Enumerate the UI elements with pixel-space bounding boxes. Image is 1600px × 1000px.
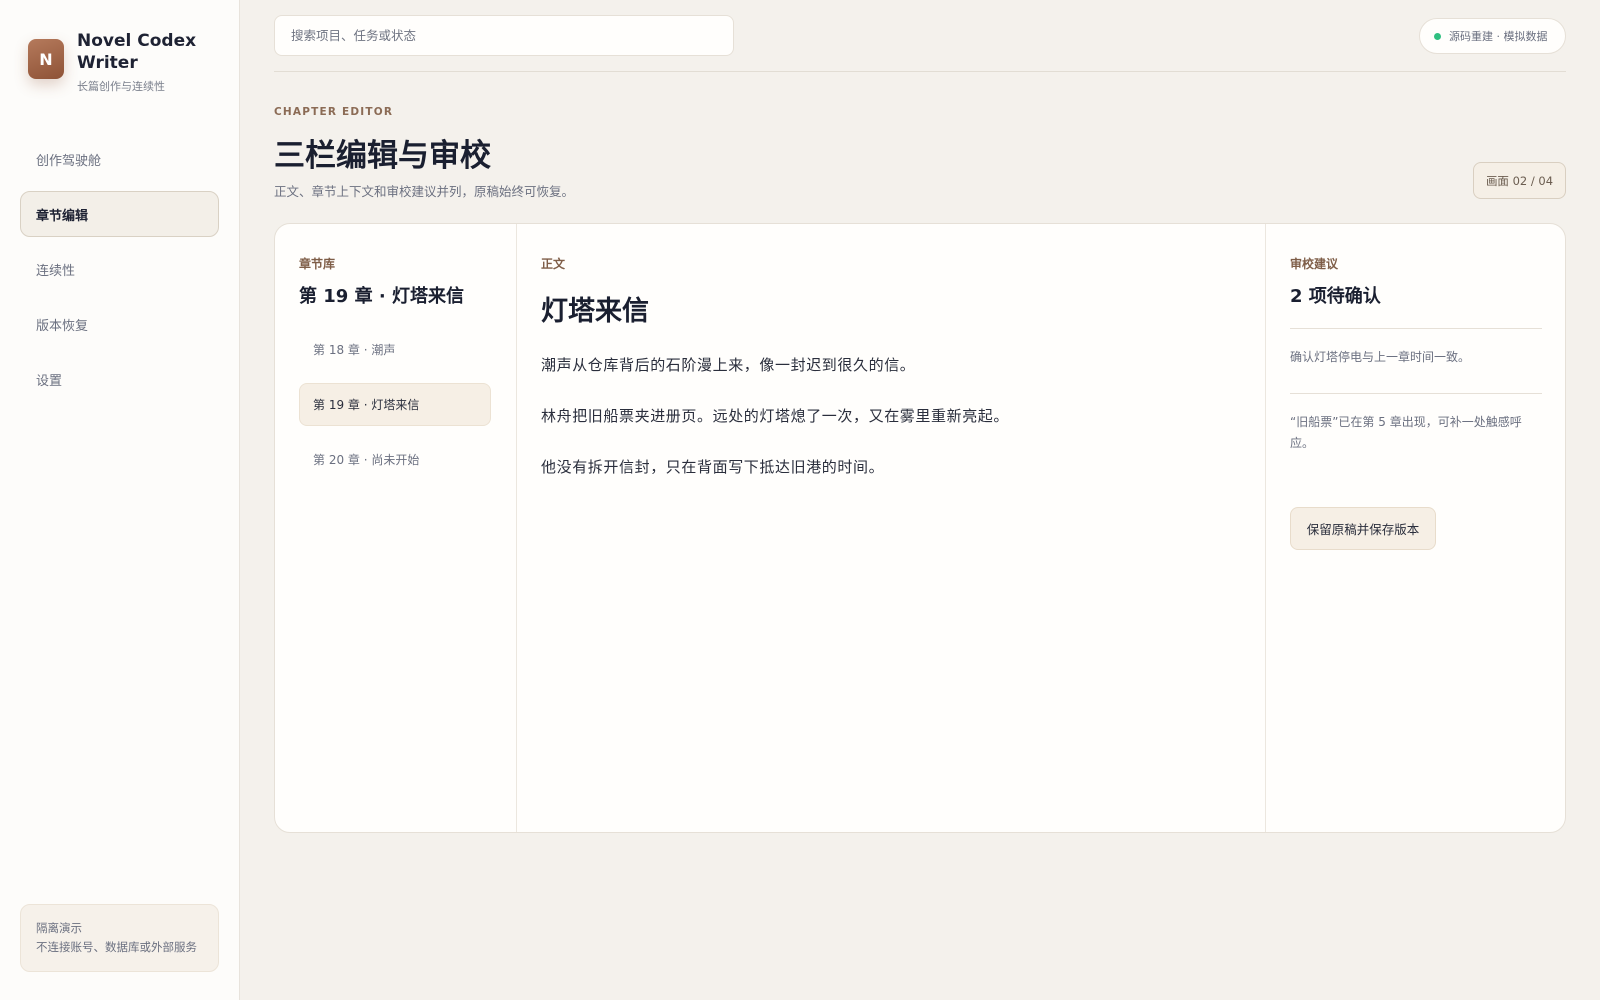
manuscript-panel: 正文 灯塔来信 潮声从仓库背后的石阶漫上来，像一封迟到很久的信。 林舟把旧船票夹… — [517, 224, 1266, 832]
manuscript-paragraph[interactable]: 林舟把旧船票夹进册页。远处的灯塔熄了一次，又在雾里重新亮起。 — [541, 405, 1241, 456]
chapter-title: 灯塔来信 — [541, 296, 649, 327]
sidebar-nav: 创作驾驶舱 章节编辑 连续性 版本恢复 设置 — [20, 136, 219, 411]
review-suggestion: “旧船票”已在第 5 章出现，可补一处触感呼应。 — [1290, 393, 1542, 488]
divider — [274, 71, 1566, 72]
app-subtitle: 长篇创作与连续性 — [77, 80, 165, 93]
current-chapter-heading: 第 19 章 · 灯塔来信 — [299, 286, 464, 307]
status-text: 源码重建 · 模拟数据 — [1449, 30, 1548, 43]
manuscript-paragraph[interactable]: 潮声从仓库背后的石阶漫上来，像一封迟到很久的信。 — [541, 354, 1241, 405]
library-label: 章节库 — [299, 257, 336, 271]
manuscript-label: 正文 — [541, 257, 566, 271]
status-badge: 源码重建 · 模拟数据 — [1419, 18, 1566, 54]
keep-original-save-version-button[interactable]: 保留原稿并保存版本 — [1290, 507, 1436, 550]
screen-counter-badge: 画面 02 / 04 — [1473, 162, 1566, 199]
sidebar-item-chapter-editor[interactable]: 章节编辑 — [20, 191, 219, 237]
review-heading: 2 项待确认 — [1290, 286, 1381, 307]
brand-logo: N — [28, 39, 64, 79]
manuscript-paragraph[interactable]: 他没有拆开信封，只在背面写下抵达旧港的时间。 — [541, 456, 1241, 507]
review-label: 审校建议 — [1290, 257, 1339, 271]
review-panel: 审校建议 2 项待确认 确认灯塔停电与上一章时间一致。 “旧船票”已在第 5 章… — [1266, 224, 1565, 832]
sidebar-item-version-restore[interactable]: 版本恢复 — [20, 301, 219, 347]
editor-card: 章节库 第 19 章 · 灯塔来信 第 18 章 · 潮声 第 19 章 · 灯… — [274, 223, 1566, 833]
chapter-list: 第 18 章 · 潮声 第 19 章 · 灯塔来信 第 20 章 · 尚未开始 — [299, 328, 491, 493]
search-input[interactable] — [274, 15, 734, 56]
sidebar: N Novel Codex Writer 长篇创作与连续性 创作驾驶舱 章节编辑… — [0, 0, 240, 1000]
app-name: Novel Codex Writer — [77, 31, 197, 73]
isolation-demo-notice: 隔离演示 不连接账号、数据库或外部服务 — [20, 904, 219, 972]
demo-title: 隔离演示 — [36, 921, 82, 935]
review-suggestion: 确认灯塔停电与上一章时间一致。 — [1290, 328, 1542, 393]
sidebar-item-cockpit[interactable]: 创作驾驶舱 — [20, 136, 219, 182]
status-dot-icon — [1434, 32, 1441, 40]
sidebar-item-continuity[interactable]: 连续性 — [20, 246, 219, 292]
manuscript-body[interactable]: 潮声从仓库背后的石阶漫上来，像一封迟到很久的信。 林舟把旧船票夹进册页。远处的灯… — [541, 354, 1241, 507]
brand: N Novel Codex Writer 长篇创作与连续性 — [28, 30, 197, 94]
review-list: 确认灯塔停电与上一章时间一致。 “旧船票”已在第 5 章出现，可补一处触感呼应。 — [1290, 328, 1542, 488]
chapter-item[interactable]: 第 18 章 · 潮声 — [299, 328, 491, 371]
page-eyebrow: CHAPTER EDITOR — [274, 106, 394, 118]
page-subtitle: 正文、章节上下文和审校建议并列，原稿始终可恢复。 — [274, 184, 575, 199]
sidebar-item-settings[interactable]: 设置 — [20, 356, 219, 402]
chapter-item-active[interactable]: 第 19 章 · 灯塔来信 — [299, 383, 491, 426]
page-title: 三栏编辑与审校 — [274, 138, 491, 174]
chapter-library-panel: 章节库 第 19 章 · 灯塔来信 第 18 章 · 潮声 第 19 章 · 灯… — [275, 224, 517, 832]
demo-text: 不连接账号、数据库或外部服务 — [36, 940, 197, 954]
chapter-item[interactable]: 第 20 章 · 尚未开始 — [299, 438, 491, 481]
